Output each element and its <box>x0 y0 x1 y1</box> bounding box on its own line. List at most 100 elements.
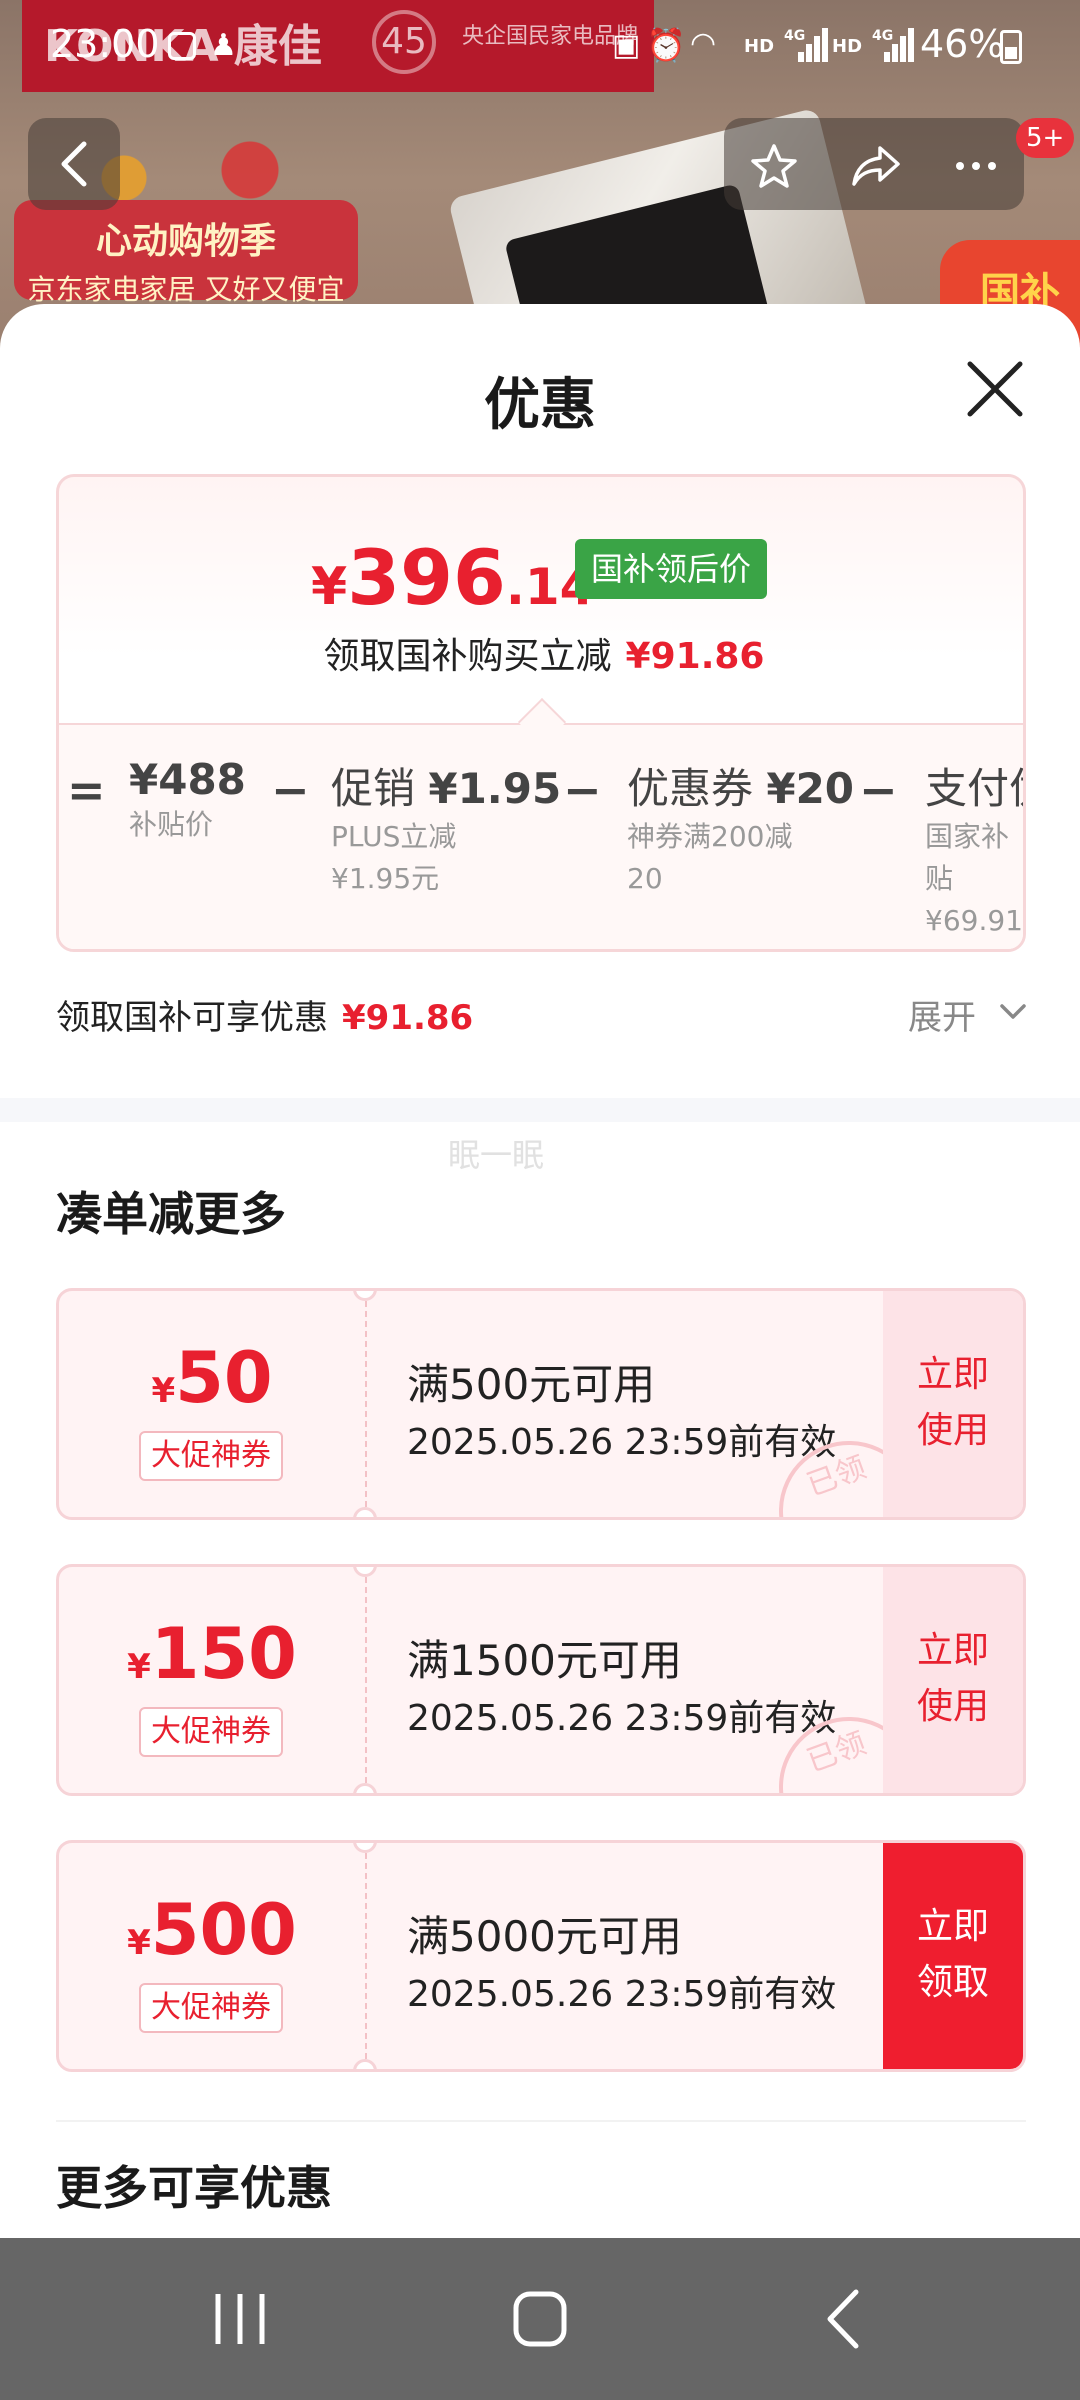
action-line-2: 使用 <box>916 1410 989 1451</box>
more-discounts-title: 更多可享优惠 <box>56 2161 332 2215</box>
nav-back-button[interactable] <box>780 2238 900 2400</box>
divider <box>56 2120 1026 2122</box>
notch-bottom <box>353 1507 377 1517</box>
action-line-2: 领取 <box>916 1962 989 2003</box>
close-button[interactable] <box>962 356 1028 422</box>
breakdown-label: 优惠券 <box>627 764 767 813</box>
section-divider <box>0 1098 1080 1122</box>
back-arrow-icon <box>827 2289 859 2349</box>
save-label: 领取国补购买立减 <box>323 636 612 677</box>
coupon-currency: ¥ <box>127 1647 151 1687</box>
coupon-card: ¥150 大促神券 满1500元可用 2025.05.26 23:59前有效 已… <box>56 1564 1026 1796</box>
action-line-1: 立即 <box>916 1906 989 1947</box>
coupon-amount: ¥150 <box>59 1613 365 1695</box>
price-card: ¥396.14 国补领后价 领取国补购买立减 ¥91.86 = ¥488 补贴价 … <box>56 474 1026 952</box>
coupon-card: ¥500 大促神券 满5000元可用 2025.05.26 23:59前有效 立… <box>56 1840 1026 2072</box>
coupon-value: 500 <box>150 1889 297 1971</box>
summary-amount: ¥91.86 <box>342 998 474 1038</box>
share-button[interactable] <box>824 118 920 210</box>
minus-sign: − <box>271 763 310 817</box>
breakdown-label: 促销 <box>331 764 429 813</box>
notch-bottom <box>353 2059 377 2069</box>
action-line-2: 使用 <box>916 1686 989 1727</box>
coupon-currency: ¥ <box>127 1923 151 1963</box>
summary-label: 领取国补可享优惠 <box>56 998 328 1038</box>
coupon-condition: 满5000元可用 <box>407 1912 682 1961</box>
star-icon <box>751 144 797 188</box>
coupon-value: 150 <box>150 1613 297 1695</box>
network-hd-1: HD <box>744 36 775 57</box>
coupon-tag: 大促神券 <box>139 1431 283 1481</box>
network-hd-2: HD <box>832 36 863 57</box>
price-breakdown[interactable]: = ¥488 补贴价 − 促销 ¥1.95 PLUS立减¥1.95元 − 优惠券… <box>59 723 1023 949</box>
coupon-value-area: ¥150 大促神券 <box>59 1567 365 1793</box>
breakdown-sub: 国家补贴¥69.91 <box>925 820 1023 937</box>
price-currency: ¥ <box>311 557 348 617</box>
discount-summary: 领取国补可享优惠 ¥91.86 <box>56 990 473 1039</box>
perforation <box>365 1291 367 1517</box>
qq-icon: ♟ <box>210 28 237 63</box>
watermark-text: 眠一眠 <box>448 1136 545 1174</box>
status-time: 23:00 <box>50 22 160 66</box>
recent-apps-button[interactable] <box>180 2238 300 2400</box>
minus-sign: − <box>563 763 602 817</box>
perforation <box>365 1843 367 2069</box>
price-summary: ¥396.14 国补领后价 领取国补购买立减 ¥91.86 <box>59 477 1023 727</box>
use-coupon-button[interactable]: 立即 使用 <box>883 1291 1023 1517</box>
coupon-condition: 满1500元可用 <box>407 1636 682 1685</box>
coupon-validity: 2025.05.26 23:59前有效 <box>407 1698 837 1739</box>
breakdown-value: ¥1.95 <box>428 764 562 813</box>
minus-sign: − <box>859 763 898 817</box>
coupon-value: 50 <box>175 1337 273 1419</box>
action-line-1: 立即 <box>916 1354 989 1395</box>
system-nav-bar <box>0 2238 1080 2400</box>
action-line-1: 立即 <box>916 1630 989 1671</box>
status-bar: 23:00 ♟ ▣ ⏰ ◠ HD 4G HD 4G 46% <box>0 0 1080 96</box>
use-coupon-button[interactable]: 立即 使用 <box>883 1567 1023 1793</box>
more-icon <box>956 162 996 170</box>
notch-bottom <box>353 1783 377 1793</box>
coupon-value-area: ¥500 大促神券 <box>59 1843 365 2069</box>
coupon-amount: ¥50 <box>59 1337 365 1419</box>
breakdown-item: 优惠券 ¥20 神券满200减20 <box>627 755 854 900</box>
coupon-tag: 大促神券 <box>139 1983 283 2033</box>
breakdown-sub: 神券满200减20 <box>627 820 793 895</box>
claim-coupon-button[interactable]: 立即 领取 <box>883 1843 1023 2069</box>
promo-title: 心动购物季 <box>95 221 276 262</box>
share-icon <box>852 146 900 186</box>
screen-record-icon <box>168 32 196 60</box>
save-amount: ¥91.86 <box>625 636 765 677</box>
final-price: ¥396.14 <box>311 533 594 622</box>
recent-apps-icon <box>215 2294 265 2344</box>
more-button[interactable] <box>924 118 1020 210</box>
coupon-section-title: 凑单减更多 <box>56 1187 286 1241</box>
chevron-left-icon <box>61 141 87 187</box>
coupon-value-area: ¥50 大促神券 <box>59 1291 365 1517</box>
breakdown-item: 支付优 国家补贴¥69.91 <box>925 755 1023 942</box>
close-icon <box>967 361 1023 417</box>
breakdown-item: 促销 ¥1.95 PLUS立减¥1.95元 <box>331 755 561 900</box>
home-button[interactable] <box>480 2238 600 2400</box>
signal-icon-2 <box>876 28 914 62</box>
expand-label: 展开 <box>908 998 976 1038</box>
coupon-validity: 2025.05.26 23:59前有效 <box>407 1974 837 2015</box>
promo-subtitle: 京东家电家居 又好又便宜 <box>27 273 345 306</box>
promo-banner[interactable]: 心动购物季 京东家电家居 又好又便宜 <box>14 200 358 306</box>
sheet-title: 优惠 <box>484 373 596 438</box>
vpn-icon: ▣ <box>612 28 641 63</box>
discount-sheet: 优惠 ¥396.14 国补领后价 领取国补购买立减 ¥91.86 = ¥488 补… <box>0 304 1080 2238</box>
breakdown-sub: PLUS立减¥1.95元 <box>331 820 457 895</box>
alarm-icon: ⏰ <box>646 26 686 64</box>
breakdown-label: 支付优 <box>925 764 1023 813</box>
coupon-amount: ¥500 <box>59 1889 365 1971</box>
coupon-currency: ¥ <box>151 1371 176 1411</box>
battery-icon <box>1000 30 1022 64</box>
expand-button[interactable]: 展开 <box>908 990 1026 1039</box>
perforation <box>365 1567 367 1793</box>
chevron-down-icon <box>1000 1004 1026 1019</box>
signal-icon <box>790 28 828 62</box>
breakdown-value: ¥488 <box>129 755 246 804</box>
favorite-button[interactable] <box>724 118 820 210</box>
coupon-card: ¥50 大促神券 满500元可用 2025.05.26 23:59前有效 已领 … <box>56 1288 1026 1520</box>
back-button[interactable] <box>28 118 120 210</box>
